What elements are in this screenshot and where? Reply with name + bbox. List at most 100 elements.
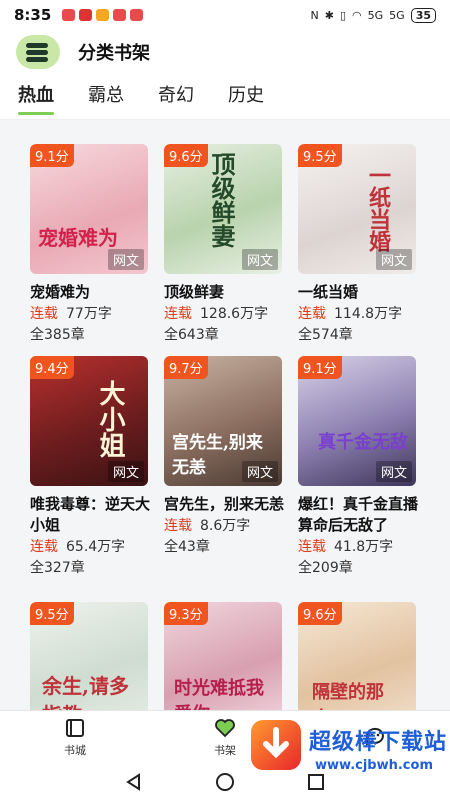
bluetooth-icon: ✱ <box>324 8 334 22</box>
notification-icon <box>113 9 126 21</box>
word-count: 128.6万字 <box>200 306 269 322</box>
app-header: 分类书架 <box>0 30 450 74</box>
notification-icon <box>130 9 143 21</box>
word-count: 65.4万字 <box>66 539 126 555</box>
serial-status: 连载 <box>298 539 326 555</box>
chapter-count: 全43章 <box>164 539 210 555</box>
status-time: 8:35 <box>14 6 52 24</box>
cover-title: 一纸当婚 <box>365 164 391 252</box>
chapter-count: 全327章 <box>30 560 85 576</box>
watermark-name: 超级棒下载站 <box>309 730 448 755</box>
category-tabs: 热血 霸总 奇幻 历史 <box>0 74 450 120</box>
book-title[interactable]: 一纸当婚 <box>298 282 418 303</box>
notification-icons <box>62 9 143 21</box>
book-title[interactable]: 顶级鲜妻 <box>164 282 284 303</box>
book-title[interactable]: 唯我毒尊：逆天大小姐 <box>30 494 150 536</box>
notification-icon <box>79 9 92 21</box>
book-title[interactable]: 爆红！真千金直播算命后无敌了 <box>298 494 418 536</box>
book-cover[interactable]: 宠婚难为 9.1分 网文 <box>30 144 148 274</box>
book-card[interactable]: 真千金无敌 9.1分 网文 爆红！真千金直播算命后无敌了 连载 41.8万字 全2… <box>298 356 422 579</box>
book-card[interactable]: 余生,请多指教 9.5分 <box>30 602 154 710</box>
book-cover[interactable]: 隔壁的那个... 9.6分 <box>298 602 416 710</box>
tab-lishi[interactable]: 历史 <box>228 81 264 113</box>
score-badge: 9.3分 <box>164 602 208 625</box>
book-card[interactable]: 时光难抵我爱你 9.3分 <box>164 602 288 710</box>
battery-indicator: 35 <box>410 7 436 23</box>
book-cover[interactable]: 余生,请多指教 9.5分 <box>30 602 148 710</box>
tab-bazong[interactable]: 霸总 <box>88 81 124 113</box>
score-badge: 9.7分 <box>164 356 208 379</box>
serial-status: 连载 <box>298 306 326 322</box>
score-badge: 9.1分 <box>298 356 342 379</box>
chapter-count: 全209章 <box>298 560 353 576</box>
cover-title: 顶级鲜妻 <box>207 152 236 248</box>
cover-title: 大小姐 <box>95 380 125 458</box>
book-city-icon <box>66 718 84 737</box>
score-badge: 9.1分 <box>30 144 74 167</box>
serial-status: 连载 <box>30 539 58 555</box>
signal-icon: 5G <box>367 8 384 22</box>
book-card[interactable]: 宫先生,别来无恙 9.7分 网文 宫先生，别来无恙 连载 8.6万字 全43章 <box>164 356 288 558</box>
book-cover[interactable]: 大小姐 9.4分 网文 <box>30 356 148 486</box>
tag-label: 网文 <box>241 461 278 482</box>
book-title[interactable]: 宫先生，别来无恙 <box>164 494 284 515</box>
nav-book-city[interactable]: 书城 <box>0 711 150 764</box>
site-watermark: 超级棒下载站 www.cjbwh.com <box>245 712 450 800</box>
nfc-icon: N <box>310 8 319 22</box>
tag-label: 网文 <box>375 249 412 270</box>
book-title[interactable]: 宠婚难为 <box>30 282 150 303</box>
tab-rexue[interactable]: 热血 <box>18 81 54 115</box>
cover-title: 余生,请多指教 <box>42 674 129 710</box>
notification-icon <box>96 9 109 21</box>
word-count: 8.6万字 <box>200 518 251 534</box>
book-cover[interactable]: 宫先生,别来无恙 9.7分 网文 <box>164 356 282 486</box>
status-bar: 8:35 N ✱ ▯ ◠ 5G 5G 35 <box>0 0 450 30</box>
score-badge: 9.6分 <box>298 602 342 625</box>
book-meta: 连载 128.6万字 <box>164 304 288 325</box>
tag-label: 网文 <box>375 461 412 482</box>
nav-label: 书城 <box>64 743 86 757</box>
book-meta: 连载 114.8万字 <box>298 304 422 325</box>
serial-status: 连载 <box>164 306 192 322</box>
book-cover[interactable]: 时光难抵我爱你 9.3分 <box>164 602 282 710</box>
tag-label: 网文 <box>241 249 278 270</box>
book-card[interactable]: 宠婚难为 9.1分 网文 宠婚难为 连载 77万字 全385章 <box>30 144 154 346</box>
book-cover[interactable]: 顶级鲜妻 9.6分 网文 <box>164 144 282 274</box>
score-badge: 9.4分 <box>30 356 74 379</box>
book-card[interactable]: 一纸当婚 9.5分 网文 一纸当婚 连载 114.8万字 全574章 <box>298 144 422 346</box>
tab-qihuan[interactable]: 奇幻 <box>158 81 194 113</box>
word-count: 41.8万字 <box>334 539 394 555</box>
notification-icon <box>62 9 75 21</box>
score-badge: 9.5分 <box>298 144 342 167</box>
download-logo-icon <box>251 720 301 770</box>
chapter-count: 全385章 <box>30 327 85 343</box>
tag-label: 网文 <box>107 249 144 270</box>
bookshelf-icon[interactable] <box>16 35 60 69</box>
book-meta: 连载 65.4万字 <box>30 537 154 558</box>
book-card[interactable]: 隔壁的那个... 9.6分 <box>298 602 422 710</box>
chapter-count: 全643章 <box>164 327 219 343</box>
book-meta: 连载 41.8万字 <box>298 537 422 558</box>
cover-title: 隔壁的那个... <box>312 682 384 710</box>
book-card[interactable]: 顶级鲜妻 9.6分 网文 顶级鲜妻 连载 128.6万字 全643章 <box>164 144 288 346</box>
tag-label: 网文 <box>107 461 144 482</box>
page-title: 分类书架 <box>78 43 150 64</box>
cover-title: 时光难抵我爱你 <box>174 678 264 710</box>
cover-title: 真千金无敌 <box>318 432 408 453</box>
book-cover[interactable]: 一纸当婚 9.5分 网文 <box>298 144 416 274</box>
serial-status: 连载 <box>164 518 192 534</box>
wifi-icon: ◠ <box>352 8 362 22</box>
score-badge: 9.5分 <box>30 602 74 625</box>
heart-icon <box>215 718 235 737</box>
home-icon[interactable] <box>214 771 236 793</box>
book-cover[interactable]: 真千金无敌 9.1分 网文 <box>298 356 416 486</box>
book-card[interactable]: 大小姐 9.4分 网文 唯我毒尊：逆天大小姐 连载 65.4万字 全327章 <box>30 356 154 579</box>
back-icon[interactable] <box>124 772 144 792</box>
watermark-url: www.cjbwh.com <box>315 758 433 773</box>
book-meta: 连载 77万字 <box>30 304 154 325</box>
serial-status: 连载 <box>30 306 58 322</box>
vibrate-icon: ▯ <box>339 8 347 22</box>
cover-title: 宠婚难为 <box>38 226 118 250</box>
chapter-count: 全574章 <box>298 327 353 343</box>
word-count: 114.8万字 <box>334 306 403 322</box>
